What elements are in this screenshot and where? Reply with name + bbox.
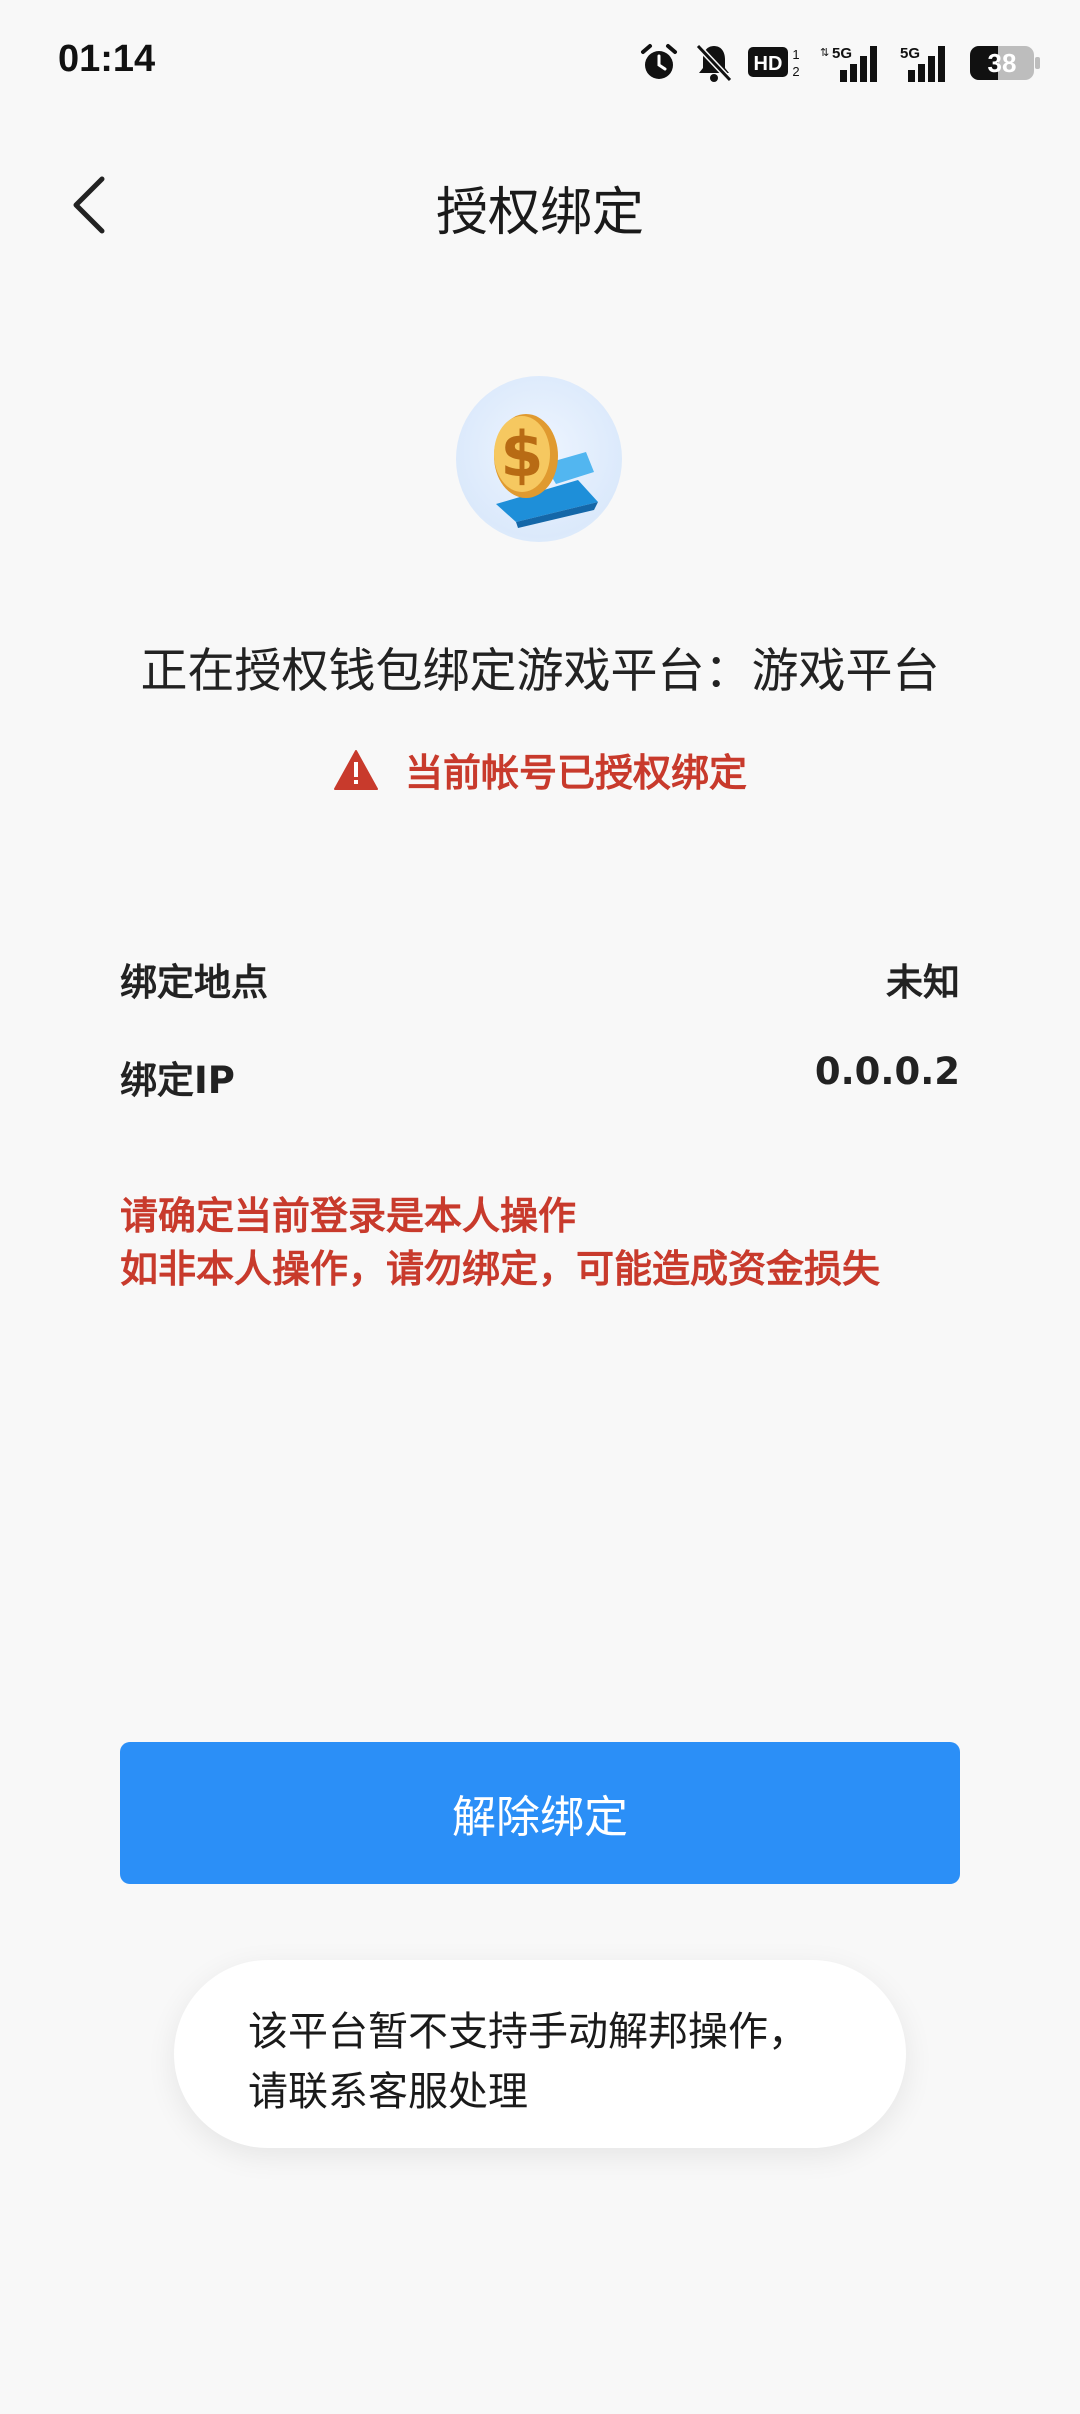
- binding-location-label: 绑定地点: [120, 961, 268, 1004]
- svg-text:1: 1: [792, 47, 799, 62]
- nav-bar: 授权绑定: [0, 150, 1080, 260]
- toast-line: 该平台暂不支持手动解邦操作，: [248, 2009, 808, 2055]
- binding-warning: 当前帐号已授权绑定: [0, 742, 1080, 797]
- warning-triangle-icon: [333, 749, 378, 790]
- toast-line: 请联系客服处理: [248, 2069, 528, 2115]
- warning-text: 当前帐号已授权绑定: [404, 751, 747, 795]
- unbind-button[interactable]: 解除绑定: [120, 1742, 960, 1884]
- svg-text:HD: HD: [754, 53, 783, 75]
- hd-icon: HD 1 2: [748, 47, 800, 79]
- svg-text:5G: 5G: [832, 45, 852, 62]
- signal-5g-icon: ⇅ 5G: [820, 45, 877, 82]
- battery-icon: 38: [970, 46, 1040, 80]
- caution-line: 如非本人操作，请勿绑定，可能造成资金损失: [120, 1247, 881, 1291]
- svg-text:2: 2: [792, 64, 799, 79]
- caution-line: 请确定当前登录是本人操作: [120, 1194, 577, 1238]
- caution-notice: 请确定当前登录是本人操作 如非本人操作，请勿绑定，可能造成资金损失: [120, 1190, 880, 1296]
- app-logo: $: [456, 376, 622, 542]
- page-title: 授权绑定: [435, 183, 644, 243]
- alarm-icon: [641, 44, 677, 79]
- status-time: 01:14: [58, 38, 156, 80]
- binding-ip-label: 绑定IP: [120, 1059, 235, 1102]
- notifications-muted-icon: [695, 43, 733, 83]
- svg-text:⇅: ⇅: [820, 47, 829, 59]
- status-bar: 01:14 HD 1 2 ⇅ 5G 5G 38: [0, 0, 1080, 120]
- dollar-coin-logo-icon: $: [494, 414, 598, 528]
- binding-location-value: 未知: [886, 961, 960, 1004]
- battery-level: 38: [987, 48, 1017, 78]
- svg-text:5G: 5G: [900, 45, 920, 62]
- binding-location-row: 绑定地点 未知: [120, 952, 960, 1006]
- signal-5g-icon: 5G: [900, 45, 945, 82]
- binding-message: 正在授权钱包绑定游戏平台：游戏平台: [140, 644, 940, 699]
- svg-text:$: $: [500, 418, 543, 491]
- toast-message: 该平台暂不支持手动解邦操作， 请联系客服处理: [174, 1960, 906, 2148]
- status-icons: HD 1 2 ⇅ 5G 5G 38: [638, 38, 1040, 88]
- binding-ip-row: 绑定IP 0.0.0.2: [120, 1050, 960, 1104]
- binding-ip-value: 0.0.0.2: [814, 1050, 960, 1093]
